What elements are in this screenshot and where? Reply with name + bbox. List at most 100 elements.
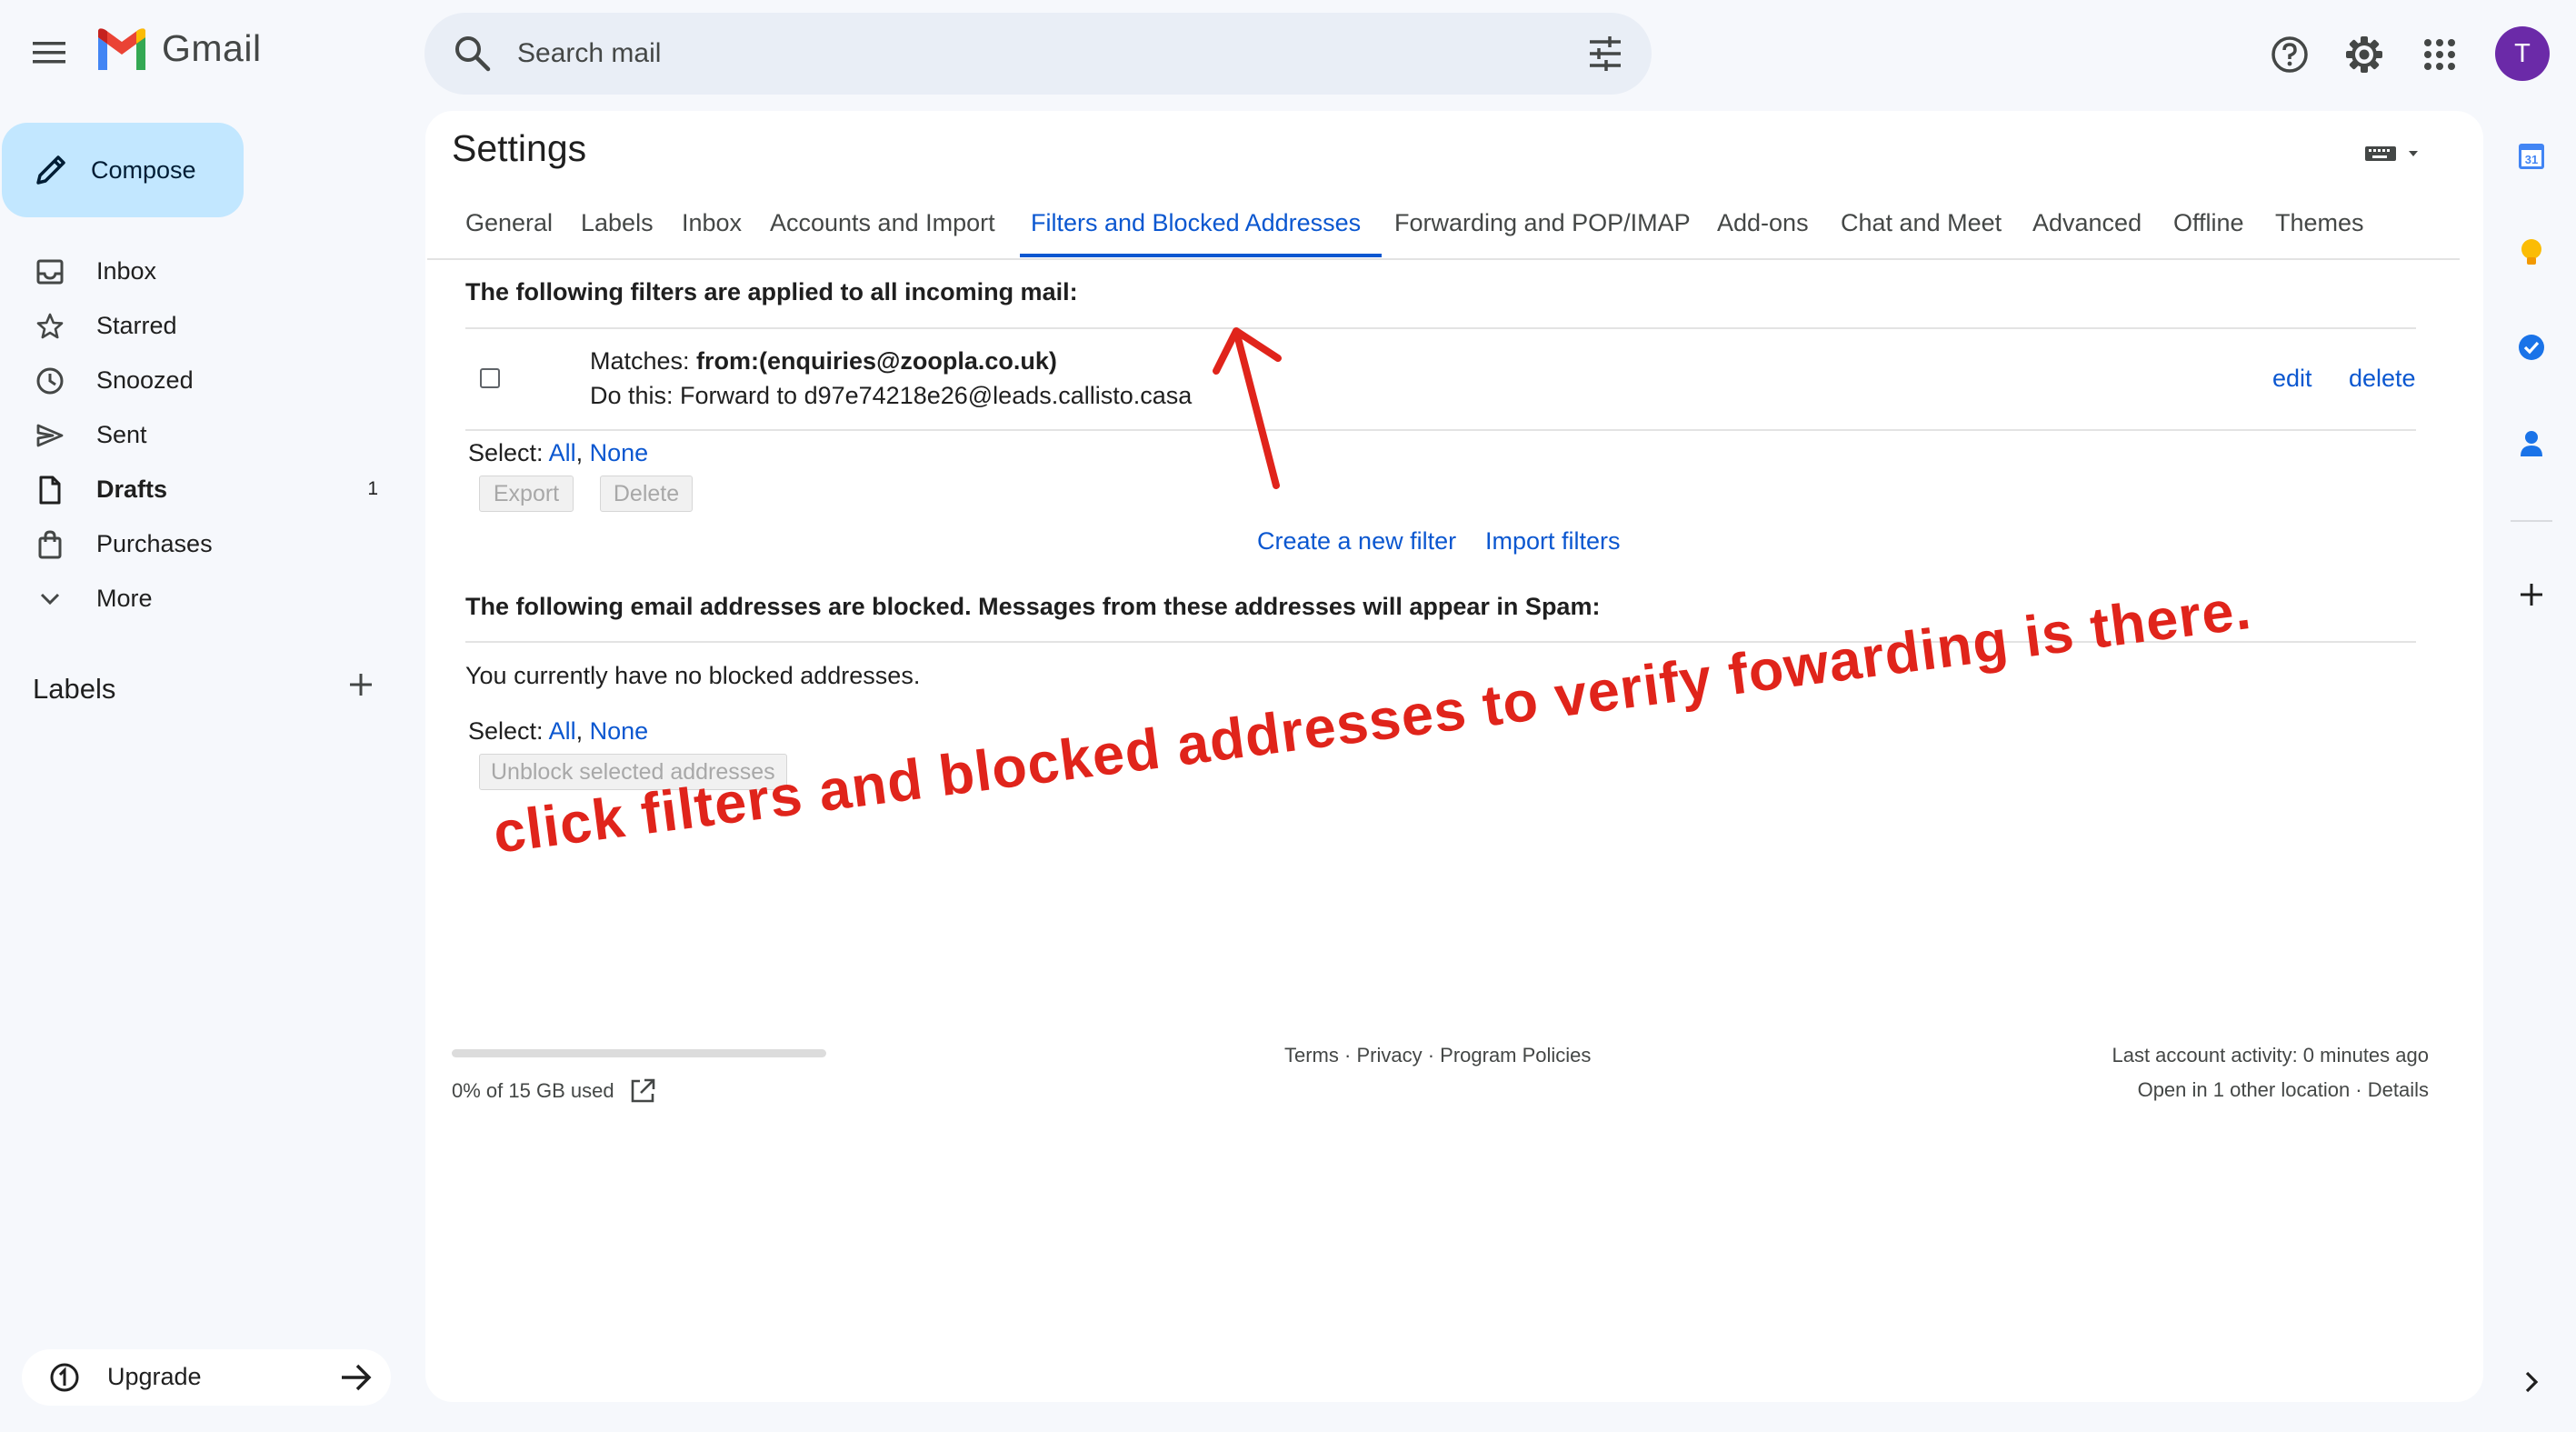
- tab-labels[interactable]: Labels: [581, 209, 654, 237]
- sidebar-item-more[interactable]: More: [0, 571, 400, 626]
- last-account-activity: Last account activity: 0 minutes ago: [2112, 1044, 2429, 1066]
- active-tab-indicator: [1020, 254, 1382, 257]
- footer-links: Terms · Privacy · Program Policies: [1284, 1044, 1591, 1067]
- sidebar-item-purchases[interactable]: Purchases: [0, 516, 400, 571]
- draft-count: 1: [367, 478, 378, 499]
- storage-text: 0% of 15 GB used: [452, 1079, 614, 1102]
- draft-icon: [35, 475, 65, 506]
- filters-heading: The following filters are applied to all…: [465, 278, 1078, 305]
- hamburger-menu-icon: [33, 42, 65, 64]
- create-filter-link[interactable]: Create a new filter: [1257, 527, 1456, 556]
- tab-chat-and-meet[interactable]: Chat and Meet: [1841, 209, 2002, 237]
- unblock-selected-button[interactable]: Unblock selected addresses: [479, 754, 787, 790]
- compose-button[interactable]: Compose: [2, 123, 244, 217]
- keep-app-button[interactable]: [2506, 227, 2557, 278]
- tab-filters-and-blocked-addresses[interactable]: Filters and Blocked Addresses: [1031, 209, 1361, 237]
- search-icon[interactable]: [452, 33, 494, 75]
- svg-text:31: 31: [2525, 153, 2538, 166]
- send-icon: [35, 420, 65, 451]
- tasks-app-button[interactable]: [2506, 322, 2557, 373]
- details-link[interactable]: Details: [2368, 1078, 2429, 1101]
- keep-lightbulb-icon: [2521, 239, 2541, 265]
- pencil-icon: [36, 155, 65, 185]
- blocked-heading: The following email addresses are blocke…: [465, 593, 1601, 620]
- add-label-icon[interactable]: [347, 671, 374, 698]
- select-none-link[interactable]: None: [590, 717, 649, 745]
- google-apps-button[interactable]: [2416, 31, 2463, 78]
- arrow-right-icon: [342, 1364, 372, 1391]
- show-side-panel-button[interactable]: [2506, 1357, 2557, 1407]
- delete-filter-link[interactable]: delete: [2349, 365, 2416, 393]
- search-input[interactable]: [517, 13, 1426, 95]
- chevron-down-icon: [35, 584, 65, 615]
- import-filters-link[interactable]: Import filters: [1485, 527, 1621, 556]
- select-label: Select:: [468, 717, 549, 745]
- filter-row: [465, 329, 2416, 429]
- input-tools-button[interactable]: [2363, 143, 2421, 165]
- get-addons-button[interactable]: [2506, 569, 2557, 620]
- tab-inbox[interactable]: Inbox: [682, 209, 742, 237]
- select-label: Select:: [468, 439, 549, 466]
- sidebar-item-starred[interactable]: Starred: [0, 298, 400, 353]
- sidebar-item-label: Inbox: [96, 256, 157, 285]
- filter-action: Do this: Forward to d97e74218e26@leads.c…: [590, 382, 1193, 409]
- gmail-wordmark: Gmail: [162, 27, 262, 69]
- support-button[interactable]: [2266, 31, 2313, 78]
- gmail-m-icon: [98, 27, 145, 70]
- filter-matches: Matches: from:(enquiries@zoopla.co.uk): [590, 347, 1057, 376]
- edit-filter-link[interactable]: edit: [2272, 365, 2312, 393]
- select-separator: ,: [575, 717, 584, 745]
- link-separator: ·: [1422, 1044, 1441, 1066]
- filter-checkbox[interactable]: [480, 368, 500, 388]
- clock-icon: [35, 366, 65, 396]
- main-menu-button[interactable]: [22, 25, 76, 80]
- chevron-right-icon: [2525, 1371, 2539, 1393]
- select-all-link[interactable]: All: [549, 717, 576, 745]
- tab-general[interactable]: General: [465, 209, 553, 237]
- external-link-icon[interactable]: [629, 1077, 656, 1105]
- sidebar-item-label: Sent: [96, 420, 147, 448]
- tab-accounts-and-import[interactable]: Accounts and Import: [770, 209, 995, 237]
- filter-select-row: Select: All, None: [468, 439, 648, 467]
- sidebar-item-inbox[interactable]: Inbox: [0, 244, 400, 298]
- calendar-icon: 31: [2519, 144, 2544, 169]
- tab-offline[interactable]: Offline: [2173, 209, 2244, 237]
- apps-grid-icon: [2424, 39, 2455, 70]
- search-options-icon[interactable]: [1586, 35, 1624, 73]
- link-separator: ·: [2350, 1078, 2368, 1101]
- contacts-person-icon: [2521, 431, 2542, 456]
- sidebar-item-snoozed[interactable]: Snoozed: [0, 353, 400, 407]
- matches-criteria: from:(enquiries@zoopla.co.uk): [696, 347, 1057, 375]
- other-location-text: Open in 1 other location: [2137, 1078, 2351, 1101]
- upgrade-label: Upgrade: [107, 1363, 202, 1390]
- shopping-bag-icon: [35, 529, 65, 560]
- sidebar-item-drafts[interactable]: Drafts 1: [0, 462, 400, 516]
- tab-advanced[interactable]: Advanced: [2032, 209, 2142, 237]
- contacts-app-button[interactable]: [2506, 418, 2557, 469]
- privacy-link[interactable]: Privacy: [1356, 1044, 1422, 1066]
- upgrade-button[interactable]: Upgrade: [22, 1349, 391, 1406]
- select-none-link[interactable]: None: [590, 439, 649, 466]
- tab-forwarding-and-pop-imap[interactable]: Forwarding and POP/IMAP: [1394, 209, 1691, 237]
- avatar[interactable]: T: [2495, 26, 2550, 81]
- sidebar-item-sent[interactable]: Sent: [0, 407, 400, 462]
- help-icon: [2271, 36, 2308, 73]
- export-button[interactable]: Export: [479, 476, 574, 512]
- program-policies-link[interactable]: Program Policies: [1440, 1044, 1591, 1066]
- gmail-logo[interactable]: Gmail: [95, 27, 262, 70]
- tab-themes[interactable]: Themes: [2275, 209, 2364, 237]
- select-all-link[interactable]: All: [549, 439, 576, 466]
- storage-usage: 0% of 15 GB used: [452, 1077, 656, 1105]
- compose-label: Compose: [91, 155, 196, 184]
- delete-button[interactable]: Delete: [600, 476, 693, 512]
- keyboard-icon: [2365, 146, 2418, 161]
- blocked-select-row: Select: All, None: [468, 717, 648, 746]
- sidebar-item-label: Drafts: [96, 475, 168, 503]
- calendar-app-button[interactable]: 31: [2506, 131, 2557, 182]
- tab-add-ons[interactable]: Add-ons: [1717, 209, 1809, 237]
- search-bar[interactable]: [424, 13, 1652, 95]
- sidebar-item-label: Starred: [96, 311, 177, 339]
- settings-button[interactable]: [2341, 31, 2388, 78]
- terms-link[interactable]: Terms: [1284, 1044, 1339, 1066]
- sidebar-item-label: More: [96, 584, 153, 612]
